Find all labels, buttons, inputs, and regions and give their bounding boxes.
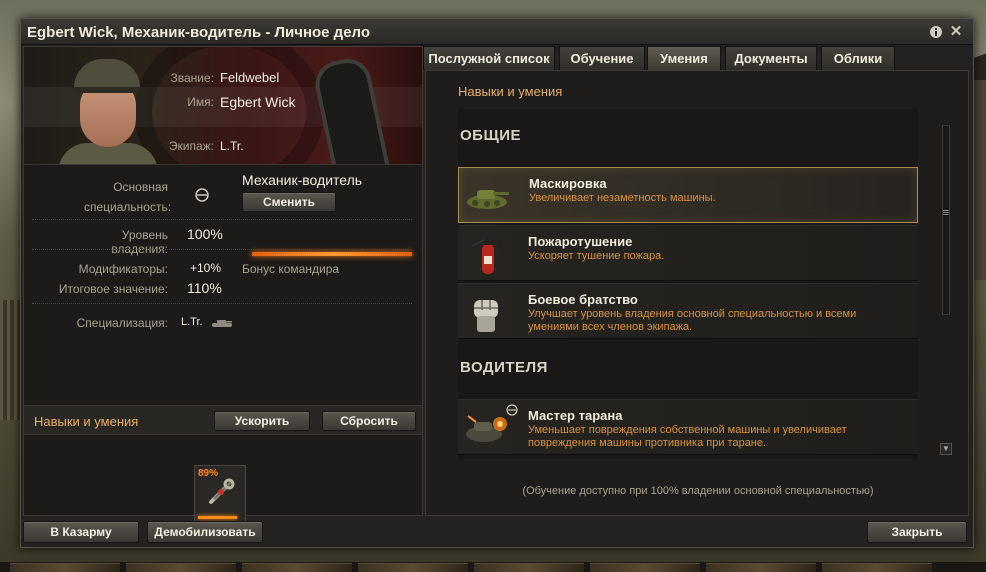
skills-scrollbar[interactable]: ≡ ▼	[940, 109, 952, 459]
name-label: Имя:	[187, 95, 214, 109]
fist-icon	[462, 288, 510, 336]
skill-description: Увеличивает незаметность машины.	[529, 192, 716, 204]
modifiers-value: +10%	[190, 261, 222, 275]
divider	[32, 249, 412, 250]
skills-list[interactable]: ОБЩИЕ Маскировка Увеличивает незаметност…	[458, 109, 918, 459]
skill-description: Уменьшает повреждения собственной машины…	[528, 424, 847, 449]
carousel-slot[interactable]	[358, 563, 468, 572]
skill-slot-repair[interactable]: 89%	[194, 465, 246, 525]
tab-documents[interactable]: Документы	[725, 46, 817, 70]
window-title: Egbert Wick, Механик-водитель - Личное д…	[27, 24, 371, 41]
accelerate-button[interactable]: Ускорить	[214, 411, 310, 431]
fire-extinguisher-icon	[462, 230, 510, 278]
change-specialty-button[interactable]: Сменить	[242, 192, 336, 212]
name-value: Egbert Wick	[220, 94, 296, 110]
tab-service-record[interactable]: Послужной список	[423, 46, 555, 70]
scroll-down-arrow-icon[interactable]: ▼	[940, 443, 952, 455]
divider	[32, 219, 412, 220]
skill-item-camouflage[interactable]: Маскировка Увеличивает незаметность маши…	[458, 167, 918, 223]
skill-progress-bar	[198, 516, 238, 519]
skill-name: Пожаротушение	[528, 234, 633, 249]
skills-tab-content: Навыки и умения ОБЩИЕ Маскировка Увеличи…	[425, 70, 969, 516]
skill-item-ramming-master[interactable]: Мастер тарана Уменьшает повреждения собс…	[458, 399, 918, 455]
category-common: ОБЩИЕ	[460, 127, 522, 144]
tank-carousel-strip	[0, 562, 986, 572]
tab-skills[interactable]: Умения	[647, 46, 721, 70]
camouflage-tank-icon	[463, 172, 511, 220]
training-note: (Обучение доступно при 100% владении осн…	[522, 485, 874, 497]
mastery-progress-bar	[252, 252, 412, 256]
carousel-slot[interactable]	[706, 563, 816, 572]
crew-label: Экипаж:	[168, 139, 214, 153]
close-icon[interactable]: ✕	[949, 24, 963, 39]
skill-item-firefighting[interactable]: Пожаротушение Ускоряет тушение пожара.	[458, 225, 918, 281]
skill-description: Ускоряет тушение пожара.	[528, 250, 665, 262]
carousel-slot[interactable]	[590, 563, 700, 572]
divider	[32, 303, 412, 304]
mastery-progress-fill	[252, 252, 412, 256]
rank-value: Feldwebel	[220, 70, 280, 85]
carousel-slot[interactable]	[822, 563, 932, 572]
ramming-tank-icon	[462, 404, 510, 452]
background-fence	[0, 300, 22, 420]
info-icon[interactable]	[929, 25, 943, 39]
reset-button[interactable]: Сбросить	[322, 411, 416, 431]
mastery-value: 100%	[187, 226, 223, 242]
skill-description: Улучшает уровень владения основной специ…	[528, 308, 857, 333]
total-value: 110%	[187, 280, 222, 296]
repair-wrench-icon	[205, 476, 237, 508]
crew-portrait	[58, 59, 158, 164]
modifiers-note: Бонус командира	[242, 262, 340, 276]
specialty-value: Механик-водитель	[242, 172, 363, 188]
close-button[interactable]: Закрыть	[867, 521, 967, 543]
window-titlebar[interactable]: Egbert Wick, Механик-водитель - Личное д…	[21, 19, 973, 45]
skill-name: Маскировка	[529, 176, 607, 191]
portrait-header: Звание: Feldwebel Имя: Egbert Wick Экипа…	[24, 47, 422, 165]
scrollbar-track[interactable]	[942, 125, 950, 315]
specialty-label: Основная специальность:	[84, 180, 172, 214]
carousel-slot[interactable]	[126, 563, 236, 572]
skill-item-brotherhood[interactable]: Боевое братство Улучшает уровень владени…	[458, 283, 918, 339]
skill-name: Боевое братство	[528, 292, 638, 307]
light-tank-icon	[211, 317, 233, 331]
specialization-label: Специализация:	[76, 316, 168, 330]
crew-member-panel: Звание: Feldwebel Имя: Egbert Wick Экипа…	[23, 46, 423, 525]
skills-panel-title: Навыки и умения	[458, 84, 563, 99]
tab-training[interactable]: Обучение	[559, 46, 645, 70]
tab-appearance[interactable]: Облики	[821, 46, 895, 70]
rank-label: Звание:	[170, 71, 215, 85]
category-driver: ВОДИТЕЛЯ	[460, 359, 548, 376]
modifiers-label: Модификаторы:	[78, 262, 168, 276]
unlearned-skill-icon	[506, 404, 518, 419]
carousel-slot[interactable]	[10, 563, 120, 572]
skills-header: Навыки и умения Ускорить Сбросить	[24, 405, 422, 435]
tab-bar: Послужной список Обучение Умения Докумен…	[423, 46, 971, 70]
total-label: Итоговое значение:	[58, 282, 168, 296]
demobilize-button[interactable]: Демобилизовать	[147, 521, 263, 543]
personal-file-window: Egbert Wick, Механик-водитель - Личное д…	[20, 18, 974, 548]
specialization-value: L.Tr.	[181, 316, 203, 328]
carousel-slot[interactable]	[242, 563, 352, 572]
skill-name: Мастер тарана	[528, 408, 623, 423]
mastery-label: Уровень владения:	[111, 228, 168, 256]
skills-title: Навыки и умения	[34, 414, 139, 429]
scrollbar-grip[interactable]: ≡	[941, 208, 951, 219]
crew-value: L.Tr.	[220, 139, 244, 153]
barracks-button[interactable]: В Казарму	[23, 521, 139, 543]
specialty-icon	[194, 187, 210, 206]
carousel-slot[interactable]	[474, 563, 584, 572]
